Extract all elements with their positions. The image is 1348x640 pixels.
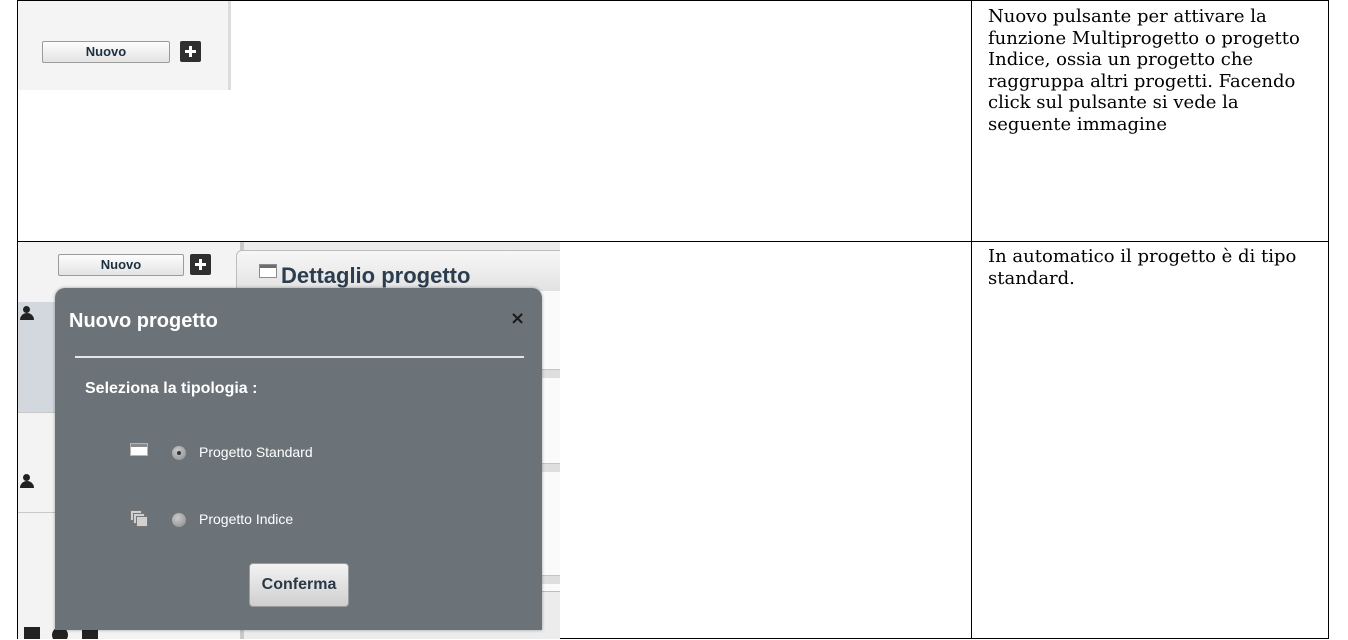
- user-icon: [20, 474, 34, 488]
- user-icon: [20, 306, 34, 320]
- plus-icon[interactable]: [180, 41, 201, 62]
- radio-progetto-standard[interactable]: [172, 446, 186, 460]
- stacked-pages-icon: [130, 510, 148, 527]
- panel-edge: [228, 1, 231, 90]
- confirm-button[interactable]: Conferma: [249, 563, 349, 607]
- new-project-dialog: Nuovo progetto × Seleziona la tipologia …: [55, 288, 542, 630]
- window-icon: [130, 443, 148, 456]
- dialog-divider: [75, 356, 524, 358]
- dialog-title: Nuovo progetto: [69, 310, 218, 332]
- detail-panel-title: Dettaglio progetto: [281, 263, 471, 288]
- option-label: Progetto Standard: [199, 444, 313, 460]
- column-divider: [971, 1, 972, 638]
- option-label: Progetto Indice: [199, 511, 294, 527]
- radio-progetto-indice[interactable]: [172, 513, 186, 527]
- row2-description: In automatico il progetto è di tipo stan…: [988, 246, 1297, 289]
- nuovo-button[interactable]: Nuovo: [58, 254, 184, 276]
- screenshot-new-button: Nuovo: [18, 1, 231, 90]
- plus-icon[interactable]: [190, 254, 211, 275]
- close-icon[interactable]: ×: [510, 308, 525, 329]
- window-icon: [259, 264, 277, 278]
- detail-panel-header: Dettaglio progetto: [237, 251, 560, 291]
- nuovo-button[interactable]: Nuovo: [42, 41, 170, 63]
- toolbar-icon[interactable]: [24, 627, 40, 639]
- row1-description: Nuovo pulsante per attivare la funzione …: [988, 6, 1300, 135]
- select-type-label: Seleziona la tipologia :: [85, 380, 258, 397]
